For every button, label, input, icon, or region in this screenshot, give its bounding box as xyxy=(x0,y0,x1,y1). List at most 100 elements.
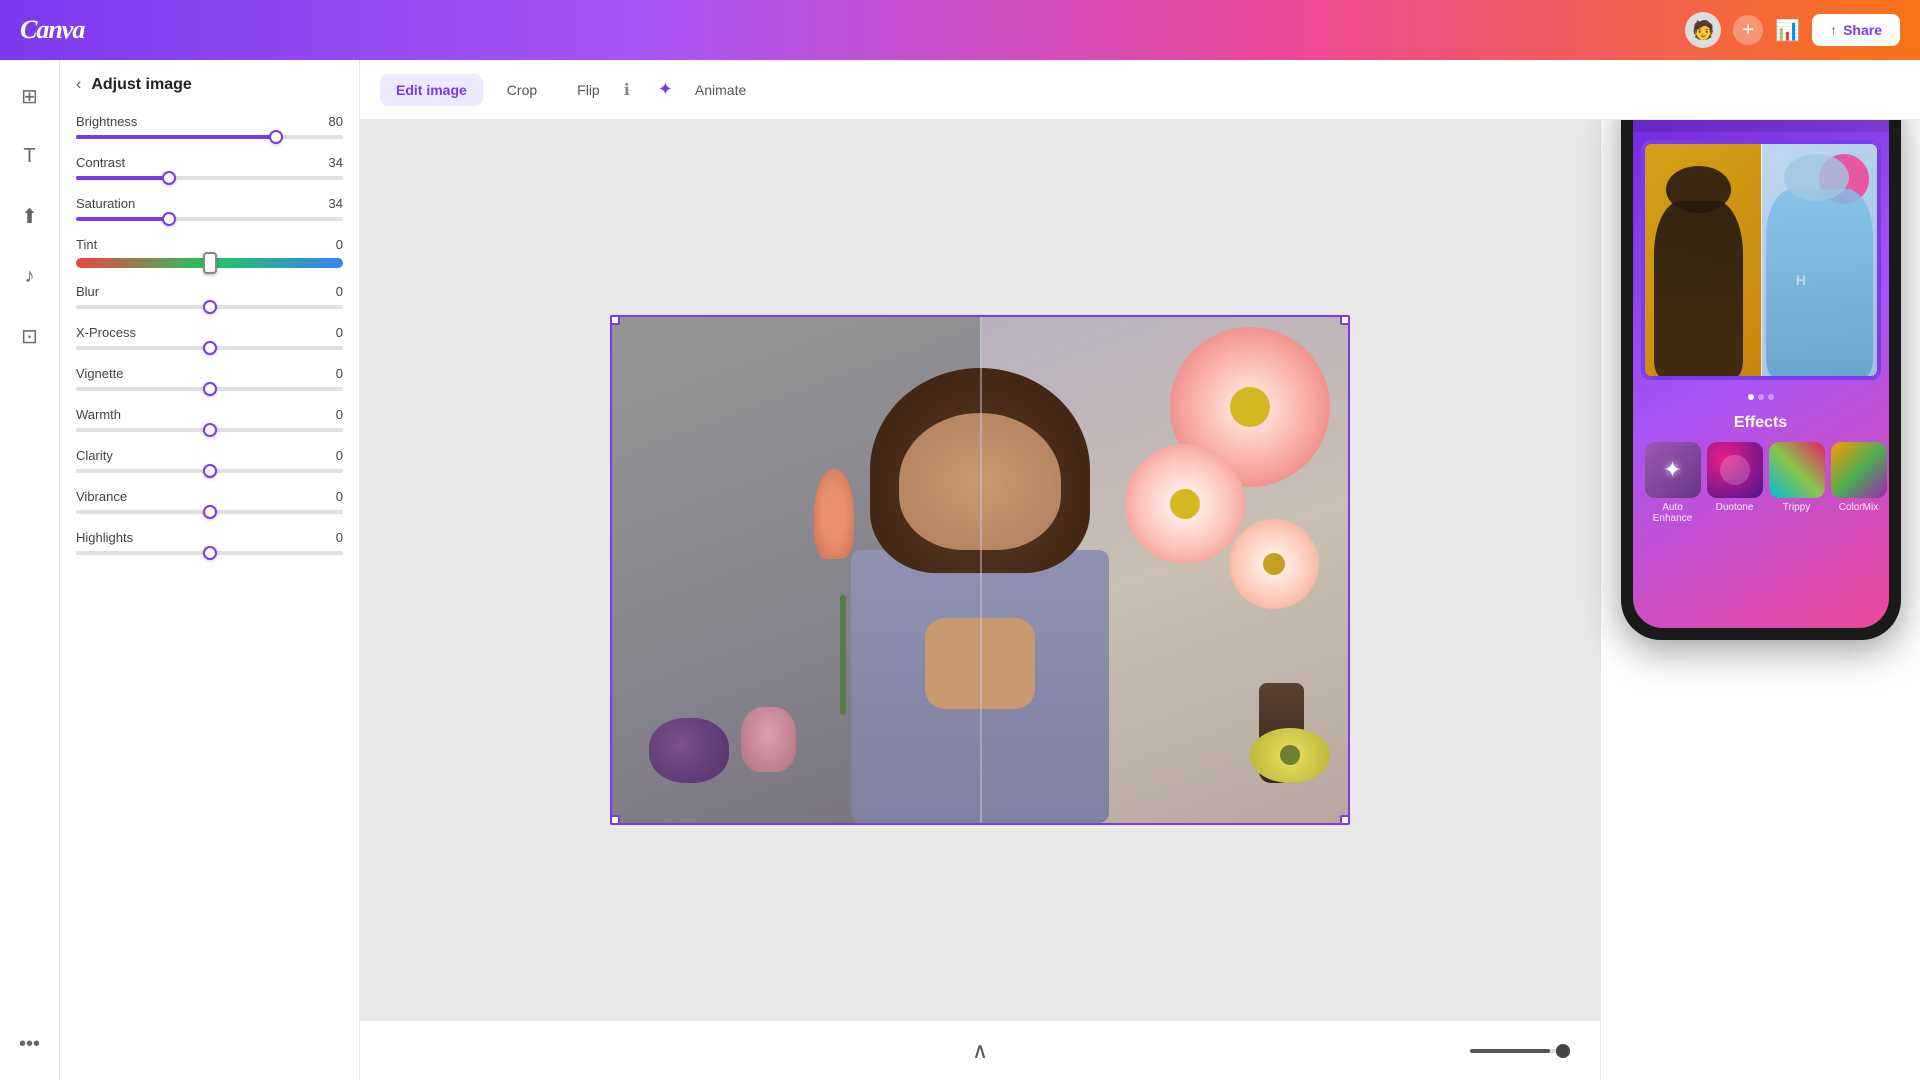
split-line xyxy=(980,317,982,823)
auto-enhance-thumb: ✦ xyxy=(1645,442,1701,498)
stats-icon[interactable]: 📊 xyxy=(1775,18,1800,43)
trippy-label: Trippy xyxy=(1783,502,1810,513)
brightness-track[interactable] xyxy=(76,135,343,139)
preview-border xyxy=(1643,142,1879,378)
highlights-thumb[interactable] xyxy=(203,546,217,560)
flip-button[interactable]: Flip xyxy=(561,74,616,106)
clarity-thumb[interactable] xyxy=(203,464,217,478)
effect-trippy[interactable]: Trippy xyxy=(1769,442,1825,524)
corner-handle-bl[interactable] xyxy=(610,815,620,825)
xprocess-thumb[interactable] xyxy=(203,341,217,355)
colormix-thumb xyxy=(1831,442,1887,498)
xprocess-track[interactable] xyxy=(76,346,343,350)
warmth-thumb[interactable] xyxy=(203,423,217,437)
effects-grid: ✦ Auto Enhance Duotone xyxy=(1645,442,1877,524)
sidebar-item-frame[interactable]: ⊡ xyxy=(10,316,50,356)
phone-canvas-preview: H xyxy=(1641,140,1881,380)
auto-enhance-star-icon: ✦ xyxy=(1663,457,1681,483)
sidebar-item-grid[interactable]: ⊞ xyxy=(10,76,50,116)
kiwi-fruit xyxy=(1250,728,1330,783)
vibrance-track[interactable] xyxy=(76,510,343,514)
text-icon: T xyxy=(23,145,35,168)
highlights-label: Highlights xyxy=(76,530,133,545)
tint-thumb[interactable] xyxy=(203,252,217,274)
warmth-track[interactable] xyxy=(76,428,343,432)
auto-enhance-bg: ✦ xyxy=(1645,442,1701,498)
kiwi-center xyxy=(1280,745,1300,765)
animate-button[interactable]: Animate xyxy=(679,74,762,106)
share-icon: ↑ xyxy=(1830,22,1837,38)
corner-handle-tr[interactable] xyxy=(1340,315,1350,325)
sidebar-item-text[interactable]: T xyxy=(10,136,50,176)
vibrance-slider-row: Vibrance 0 xyxy=(76,489,343,514)
effect-colormix[interactable]: ColorMix xyxy=(1831,442,1887,524)
share-button[interactable]: ↑ Share xyxy=(1812,14,1900,46)
upload-icon: ⬆ xyxy=(21,204,38,229)
collapse-panel-button[interactable]: ∧ xyxy=(972,1038,988,1064)
edit-image-label: Edit image xyxy=(396,82,467,98)
saturation-track[interactable] xyxy=(76,217,343,221)
trippy-thumb xyxy=(1769,442,1825,498)
vibrance-thumb[interactable] xyxy=(203,505,217,519)
sidebar-item-more[interactable]: ••• xyxy=(10,1024,50,1064)
effects-section: Effects ✦ Auto Enhance xyxy=(1633,406,1889,532)
warmth-value: 0 xyxy=(313,407,343,422)
contrast-thumb[interactable] xyxy=(162,171,176,185)
crop-button[interactable]: Crop xyxy=(491,74,553,106)
header-right: 🧑 + 📊 ↑ Share xyxy=(1685,12,1900,48)
vignette-track[interactable] xyxy=(76,387,343,391)
info-icon[interactable]: ℹ xyxy=(624,80,630,100)
third-flower-center xyxy=(1263,553,1285,575)
corner-handle-tl[interactable] xyxy=(610,315,620,325)
saturation-fill xyxy=(76,217,169,221)
back-button[interactable]: ‹ xyxy=(76,76,81,94)
highlights-value: 0 xyxy=(313,530,343,545)
clarity-track[interactable] xyxy=(76,469,343,473)
tint-track[interactable] xyxy=(76,258,343,268)
brightness-thumb[interactable] xyxy=(269,130,283,144)
second-flower-center xyxy=(1170,489,1200,519)
tint-slider-row: Tint 0 xyxy=(76,237,343,268)
blur-track[interactable] xyxy=(76,305,343,309)
brightness-slider-row: Brightness 80 xyxy=(76,114,343,139)
contrast-track[interactable] xyxy=(76,176,343,180)
left-sidebar: ⊞ T ⬆ ♪ ⊡ ••• xyxy=(0,60,60,1080)
flip-label: Flip xyxy=(577,82,600,98)
zoom-track[interactable] xyxy=(1470,1049,1570,1053)
blur-slider-row: Blur 0 xyxy=(76,284,343,309)
auto-enhance-label: Auto Enhance xyxy=(1645,502,1701,524)
blur-thumb[interactable] xyxy=(203,300,217,314)
xprocess-label: X-Process xyxy=(76,325,136,340)
effect-auto-enhance[interactable]: ✦ Auto Enhance xyxy=(1645,442,1701,524)
sidebar-item-music[interactable]: ♪ xyxy=(10,256,50,296)
corner-handle-br[interactable] xyxy=(1340,815,1350,825)
adjust-header: ‹ Adjust image xyxy=(76,76,343,94)
tint-value: 0 xyxy=(313,237,343,252)
effect-duotone[interactable]: Duotone xyxy=(1707,442,1763,524)
duotone-thumb xyxy=(1707,442,1763,498)
image-frame-icon: ⊡ xyxy=(21,324,38,349)
warmth-label: Warmth xyxy=(76,407,121,422)
adjust-title: Adjust image xyxy=(91,76,191,94)
vignette-value: 0 xyxy=(313,366,343,381)
saturation-thumb[interactable] xyxy=(162,212,176,226)
more-icon: ••• xyxy=(19,1033,40,1056)
third-flower xyxy=(1229,519,1319,609)
zoom-control xyxy=(1470,1049,1570,1053)
dot-2 xyxy=(1758,394,1764,400)
edit-image-button[interactable]: Edit image xyxy=(380,74,483,106)
colormix-bg xyxy=(1831,442,1887,498)
sidebar-item-upload[interactable]: ⬆ xyxy=(10,196,50,236)
zoom-thumb[interactable] xyxy=(1556,1044,1570,1058)
vignette-thumb[interactable] xyxy=(203,382,217,396)
adjust-panel: ‹ Adjust image Brightness 80 Contrast 34… xyxy=(60,60,360,1080)
crop-label: Crop xyxy=(507,82,537,98)
clarity-value: 0 xyxy=(313,448,343,463)
pink-jar xyxy=(741,707,796,772)
add-collaborator-button[interactable]: + xyxy=(1733,15,1763,45)
canvas-image[interactable] xyxy=(610,315,1350,825)
contrast-value: 34 xyxy=(313,155,343,170)
phone-dots xyxy=(1633,388,1889,406)
highlights-track[interactable] xyxy=(76,551,343,555)
user-avatar[interactable]: 🧑 xyxy=(1685,12,1721,48)
